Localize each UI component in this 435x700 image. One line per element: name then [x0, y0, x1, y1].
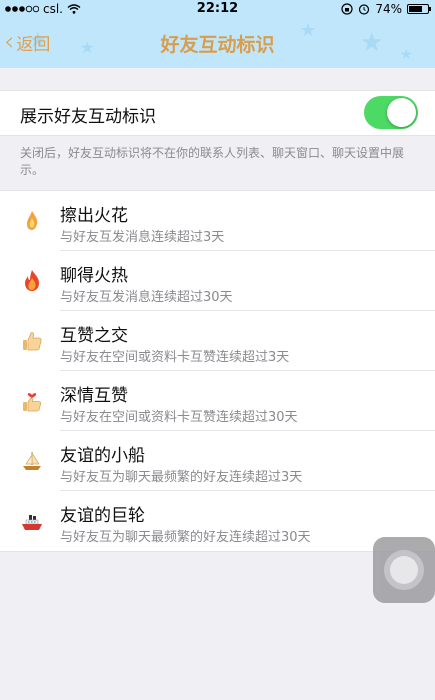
item-subtitle: 与好友在空间或资料卡互赞连续超过3天: [60, 350, 290, 365]
battery-icon: [407, 4, 431, 14]
item-title: 友谊的小船: [60, 446, 145, 466]
battery-fill: [409, 6, 423, 12]
assistive-touch-center: [390, 556, 418, 584]
item-subtitle: 与好友互发消息连续超过30天: [60, 290, 233, 305]
assistive-touch-button[interactable]: [373, 537, 435, 603]
item-title: 深情互赞: [60, 386, 128, 406]
list-item: 互赞之交 与好友在空间或资料卡互赞连续超过3天: [0, 311, 435, 371]
item-subtitle: 与好友互为聊天最频繁的好友连续超过3天: [60, 470, 303, 485]
battery-percent: 74%: [375, 2, 402, 16]
thumbs-up-icon: [23, 332, 42, 351]
alarm-icon: [359, 4, 370, 15]
sailboat-icon: [23, 451, 41, 470]
navigation-bar: ‹ 返回 好友互动标识: [0, 18, 435, 68]
show-badges-row: 展示好友互动标识: [0, 90, 435, 136]
item-subtitle: 与好友互发消息连续超过3天: [60, 230, 225, 245]
list-item: 深情互赞 与好友在空间或资料卡互赞连续超过30天: [0, 371, 435, 431]
list-item: 聊得火热 与好友互发消息连续超过30天: [0, 251, 435, 311]
item-title: 友谊的巨轮: [60, 506, 145, 526]
heart-thumbs-up-icon: [23, 393, 42, 412]
toggle-description: 关闭后，好友互动标识将不在你的联系人列表、聊天窗口、聊天设置中展示。: [20, 146, 405, 177]
show-badges-switch[interactable]: [364, 96, 418, 129]
item-title: 聊得火热: [60, 266, 128, 286]
list-item: 擦出火花 与好友互发消息连续超过3天: [0, 191, 435, 251]
show-badges-label: 展示好友互动标识: [20, 107, 156, 127]
switch-knob: [387, 98, 416, 127]
header: ★ ★ ★ ★ ★ csl. 22:12 74% ‹ 返回 好友互动标识: [0, 0, 435, 68]
ship-icon: [22, 515, 42, 530]
list-item: 友谊的小船 与好友互为聊天最频繁的好友连续超过3天: [0, 431, 435, 491]
item-title: 擦出火花: [60, 206, 128, 226]
item-title: 互赞之交: [60, 326, 128, 346]
badge-list: 擦出火花 与好友互发消息连续超过3天 聊得火热 与好友互发消息连续超过30天 互…: [0, 190, 435, 552]
rotation-lock-icon: [341, 3, 353, 15]
status-bar: csl. 22:12 74%: [0, 0, 435, 18]
item-subtitle: 与好友互为聊天最频繁的好友连续超过30天: [60, 530, 311, 545]
list-item: 友谊的巨轮 与好友互为聊天最频繁的好友连续超过30天: [0, 491, 435, 551]
small-flame-icon: [27, 211, 38, 230]
big-flame-icon: [25, 270, 39, 291]
page-title: 好友互动标识: [160, 34, 275, 56]
item-subtitle: 与好友在空间或资料卡互赞连续超过30天: [60, 410, 298, 425]
